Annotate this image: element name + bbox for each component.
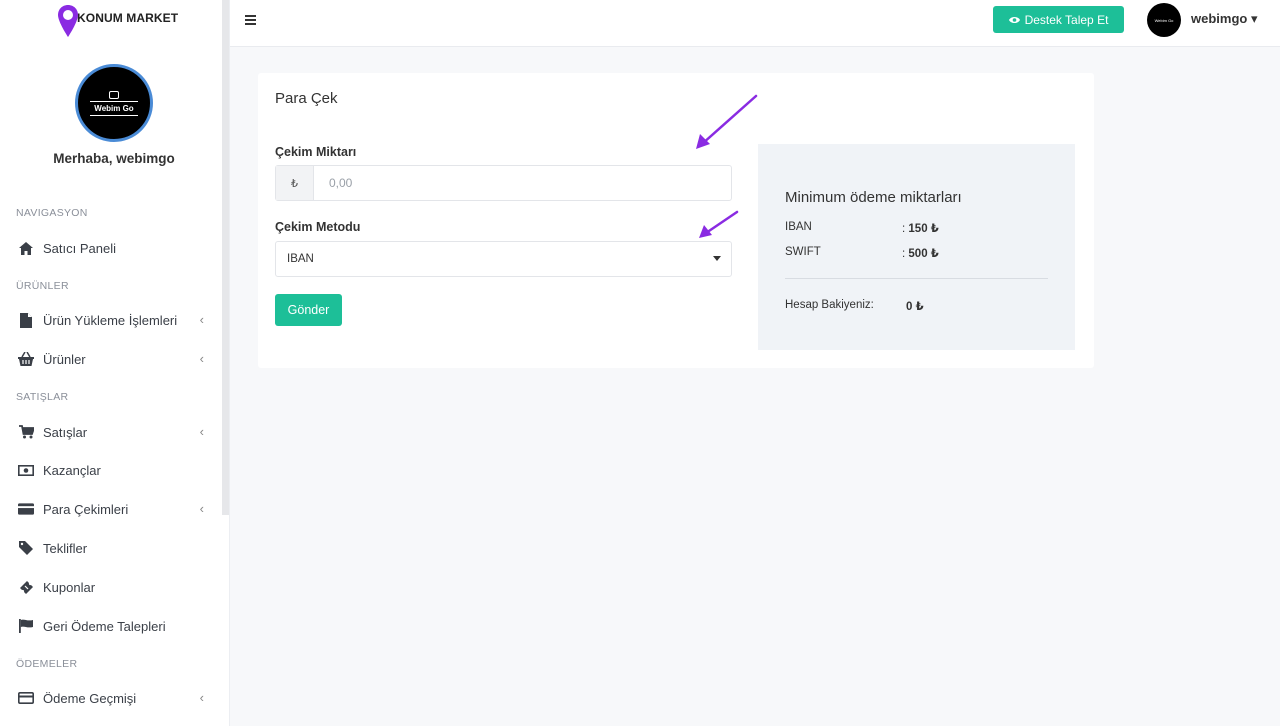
annotation-arrow-icon [699, 210, 739, 238]
amount-input-group: ₺ [275, 165, 732, 201]
eye-icon [1008, 16, 1020, 23]
basket-icon [18, 351, 34, 367]
chevron-left-icon: ‹ [199, 424, 204, 439]
money-icon [18, 462, 34, 478]
currency-addon: ₺ [276, 166, 314, 200]
brand-mark-icon [109, 90, 119, 99]
amount-input[interactable] [314, 166, 731, 200]
sidebar-item-para-cekimleri[interactable]: Para Çekimleri ‹ [0, 494, 222, 524]
brand-logo[interactable]: KONUM MARKET [57, 4, 178, 38]
flag-icon [18, 618, 34, 634]
sidebar-item-satici-paneli[interactable]: Satıcı Paneli [0, 233, 222, 263]
brand-name: KONUM MARKET [77, 11, 179, 25]
support-button-label: Destek Talep Et [1024, 12, 1109, 27]
min-method-value: : 500 ₺ [902, 246, 939, 260]
cart-icon [18, 424, 34, 440]
sidebar-item-label: Ödeme Geçmişi [43, 690, 137, 706]
min-amount: 500 ₺ [908, 248, 939, 260]
sidebar-item-label: Satışlar [43, 424, 88, 440]
sidebar-item-label: Satıcı Paneli [43, 240, 116, 256]
method-select[interactable]: IBAN [275, 241, 732, 277]
annotation-arrow-icon [696, 94, 758, 149]
sidebar-item-kazanclar[interactable]: Kazançlar [0, 455, 222, 485]
chevron-left-icon: ‹ [199, 312, 204, 327]
sidebar: KONUM MARKET Webim Go Merhaba, webimgo N… [0, 0, 230, 726]
sidebar-item-label: Geri Ödeme Talepleri [43, 618, 166, 634]
sidebar-item-label: Kuponlar [43, 579, 96, 595]
min-method-name: SWIFT [785, 246, 821, 258]
user-avatar-brand: Webim Go [1154, 17, 1174, 23]
avatar-brand-text: Webim Go [94, 103, 134, 113]
sidebar-item-label: Ürün Yükleme İşlemleri [43, 312, 178, 328]
amount-label: Çekim Miktarı [275, 145, 357, 159]
separator: : [902, 248, 906, 260]
tag-icon [18, 540, 34, 556]
section-urunler: ÜRÜNLER [16, 280, 69, 292]
avatar-divider [90, 114, 138, 116]
sidebar-item-label: Para Çekimleri [43, 501, 129, 517]
section-odemeler: ÖDEMELER [16, 658, 78, 670]
sidebar-item-odeme-gecmisi[interactable]: Ödeme Geçmişi ‹ [0, 683, 222, 713]
support-request-button[interactable]: Destek Talep Et [993, 6, 1124, 33]
profile-avatar[interactable]: Webim Go [75, 64, 153, 142]
sidebar-item-urun-yukleme[interactable]: Ürün Yükleme İşlemleri ‹ [0, 305, 222, 335]
sidebar-item-geri-odeme[interactable]: Geri Ödeme Talepleri [0, 611, 222, 641]
sidebar-item-kuponlar[interactable]: Kuponlar [0, 572, 222, 602]
sidebar-item-teklifler[interactable]: Teklifler [0, 533, 222, 563]
withdraw-card: Para Çek Çekim Miktarı ₺ Çekim Metodu IB… [258, 73, 1094, 368]
balance-value: 0 ₺ [906, 299, 924, 313]
chevron-left-icon: ‹ [199, 351, 204, 366]
page-title: Para Çek [275, 90, 338, 107]
credit-card-icon [18, 501, 34, 517]
min-amounts-title: Minimum ödeme miktarları [785, 189, 962, 206]
file-icon [18, 312, 34, 328]
divider [785, 278, 1048, 279]
sidebar-scrollbar[interactable] [222, 0, 229, 515]
ticket-icon [18, 579, 34, 595]
avatar-divider [90, 100, 138, 102]
min-amount: 150 ₺ [908, 223, 939, 235]
sidebar-item-urunler[interactable]: Ürünler ‹ [0, 344, 222, 374]
topbar: Destek Talep Et Webim Go webimgo ▾ [230, 0, 1280, 47]
sidebar-item-label: Teklifler [43, 540, 88, 556]
username: webimgo [1191, 11, 1248, 26]
min-method-name: IBAN [785, 221, 812, 233]
location-pin-icon [58, 5, 78, 37]
greeting: Merhaba, webimgo [53, 151, 175, 166]
submit-button[interactable]: Gönder [275, 294, 342, 326]
section-satislar: SATIŞLAR [16, 391, 69, 403]
home-icon [18, 240, 34, 256]
credit-card-icon [18, 690, 34, 706]
user-avatar[interactable]: Webim Go [1147, 3, 1181, 37]
min-method-value: : 150 ₺ [902, 221, 939, 235]
menu-toggle-icon[interactable] [245, 15, 256, 25]
separator: : [902, 223, 906, 235]
caret-down-icon: ▾ [1250, 11, 1258, 26]
chevron-left-icon: ‹ [199, 690, 204, 705]
caret-down-icon [713, 256, 721, 261]
section-navigasyon: NAVIGASYON [16, 207, 88, 219]
method-selected-value: IBAN [287, 253, 314, 265]
sidebar-item-label: Ürünler [43, 351, 86, 367]
method-label: Çekim Metodu [275, 220, 361, 234]
min-amounts-panel: Minimum ödeme miktarları IBAN : 150 ₺ SW… [758, 144, 1075, 350]
balance-label: Hesap Bakiyeniz: [785, 299, 874, 311]
user-menu-toggle[interactable]: webimgo ▾ [1191, 11, 1258, 27]
sidebar-item-satislar[interactable]: Satışlar ‹ [0, 417, 222, 447]
chevron-left-icon: ‹ [199, 501, 204, 516]
balance-amount: 0 ₺ [906, 301, 924, 313]
sidebar-item-label: Kazançlar [43, 462, 101, 478]
